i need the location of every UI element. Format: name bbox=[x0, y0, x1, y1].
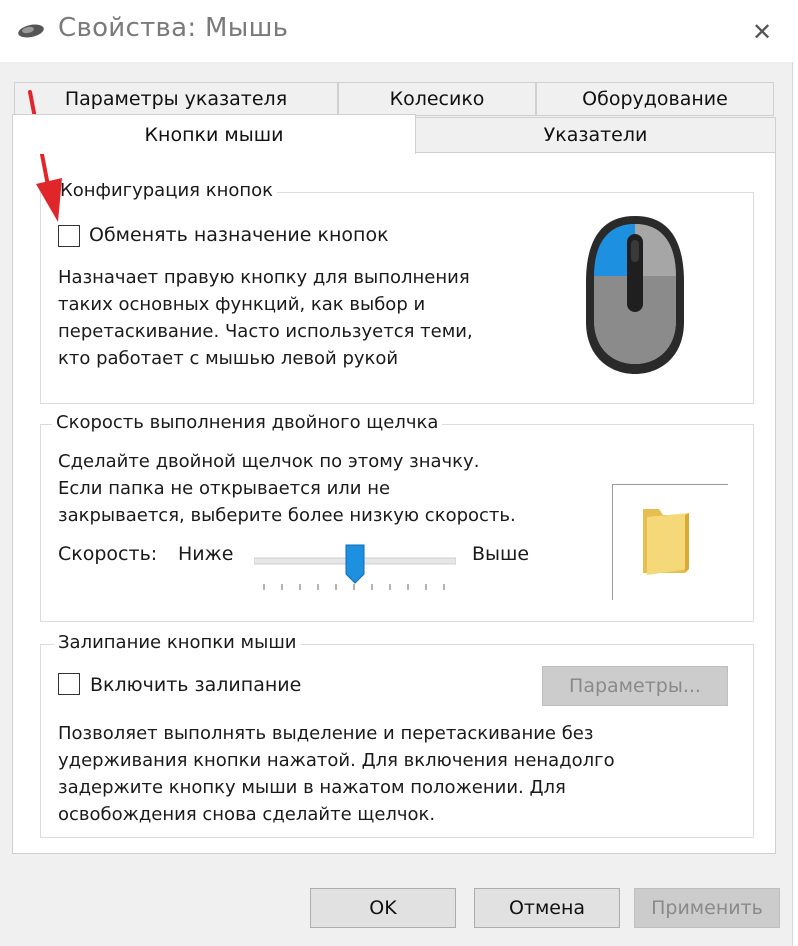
speed-label: Скорость: bbox=[58, 543, 158, 565]
swap-buttons-checkbox[interactable] bbox=[58, 225, 80, 247]
tab-label: Колесико bbox=[389, 88, 485, 110]
mouse-illustration-icon bbox=[582, 212, 688, 378]
annotation-arrow-icon bbox=[18, 88, 68, 228]
folder-icon bbox=[643, 509, 689, 575]
tab-label: Кнопки мыши bbox=[144, 123, 284, 146]
close-icon: ✕ bbox=[751, 18, 773, 46]
speed-slider-thumb[interactable] bbox=[345, 544, 365, 584]
tab-buttons[interactable]: Кнопки мыши bbox=[12, 114, 416, 154]
button-config-legend: Конфигурация кнопок bbox=[56, 180, 278, 201]
click-lock-legend: Залипание кнопки мыши bbox=[54, 632, 301, 653]
fast-label: Выше bbox=[472, 543, 530, 565]
window-edge bbox=[792, 62, 798, 946]
cancel-button[interactable]: Отмена bbox=[474, 888, 620, 928]
window-title: Свойства: Мышь bbox=[58, 13, 289, 43]
click-lock-checkbox[interactable] bbox=[58, 673, 80, 695]
slow-label: Ниже bbox=[178, 543, 234, 565]
click-lock-label[interactable]: Включить залипание bbox=[90, 674, 301, 696]
tab-pointers[interactable]: Указатели bbox=[415, 117, 776, 153]
ok-button[interactable]: OK bbox=[310, 888, 456, 928]
test-folder-area[interactable] bbox=[612, 484, 728, 600]
tab-hardware[interactable]: Оборудование bbox=[536, 82, 774, 116]
swap-buttons-description: Назначает правую кнопку для выполнения т… bbox=[58, 267, 473, 369]
tab-label: Оборудование bbox=[582, 88, 728, 110]
click-lock-settings-button[interactable]: Параметры... bbox=[542, 666, 728, 706]
close-button[interactable]: ✕ bbox=[740, 12, 784, 52]
swap-buttons-label[interactable]: Обменять назначение кнопок bbox=[89, 224, 389, 246]
tab-label: Указатели bbox=[543, 124, 648, 146]
double-click-description: Сделайте двойной щелчок по этому значку.… bbox=[58, 451, 516, 526]
apply-button[interactable]: Применить bbox=[634, 888, 780, 928]
double-click-legend: Скорость выполнения двойного щелчка bbox=[52, 412, 443, 433]
click-lock-description: Позволяет выполнять выделение и перетаск… bbox=[58, 723, 615, 825]
mouse-app-icon bbox=[16, 22, 46, 40]
tab-label: Параметры указателя bbox=[64, 88, 288, 110]
tab-wheel[interactable]: Колесико bbox=[338, 82, 536, 116]
